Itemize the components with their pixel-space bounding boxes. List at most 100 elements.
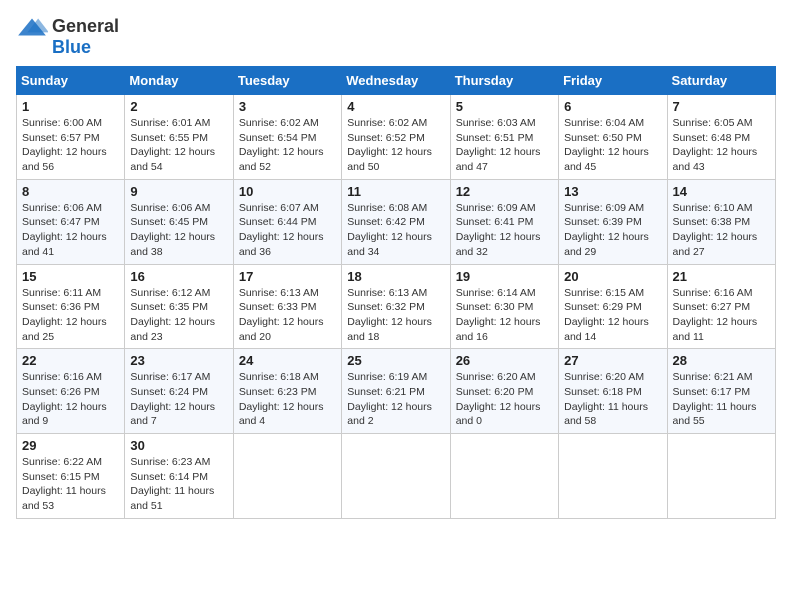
day-cell-13: 13 Sunrise: 6:09 AMSunset: 6:39 PMDaylig… <box>559 179 667 264</box>
logo-general: General <box>52 16 119 37</box>
header-sunday: Sunday <box>17 67 125 95</box>
week-row-5: 29 Sunrise: 6:22 AMSunset: 6:15 PMDaylig… <box>17 434 776 519</box>
day-info: Sunrise: 6:06 AMSunset: 6:47 PMDaylight:… <box>22 201 119 260</box>
header-monday: Monday <box>125 67 233 95</box>
empty-cell <box>667 434 775 519</box>
day-cell-24: 24 Sunrise: 6:18 AMSunset: 6:23 PMDaylig… <box>233 349 341 434</box>
day-info: Sunrise: 6:09 AMSunset: 6:39 PMDaylight:… <box>564 201 661 260</box>
day-info: Sunrise: 6:11 AMSunset: 6:36 PMDaylight:… <box>22 286 119 345</box>
empty-cell <box>450 434 558 519</box>
day-cell-4: 4 Sunrise: 6:02 AMSunset: 6:52 PMDayligh… <box>342 95 450 180</box>
day-cell-6: 6 Sunrise: 6:04 AMSunset: 6:50 PMDayligh… <box>559 95 667 180</box>
day-cell-22: 22 Sunrise: 6:16 AMSunset: 6:26 PMDaylig… <box>17 349 125 434</box>
day-cell-20: 20 Sunrise: 6:15 AMSunset: 6:29 PMDaylig… <box>559 264 667 349</box>
logo: General Blue <box>16 16 119 58</box>
day-info: Sunrise: 6:02 AMSunset: 6:52 PMDaylight:… <box>347 116 444 175</box>
day-info: Sunrise: 6:02 AMSunset: 6:54 PMDaylight:… <box>239 116 336 175</box>
day-number: 23 <box>130 353 227 368</box>
day-info: Sunrise: 6:01 AMSunset: 6:55 PMDaylight:… <box>130 116 227 175</box>
day-info: Sunrise: 6:06 AMSunset: 6:45 PMDaylight:… <box>130 201 227 260</box>
calendar-header-row: SundayMondayTuesdayWednesdayThursdayFrid… <box>17 67 776 95</box>
day-cell-15: 15 Sunrise: 6:11 AMSunset: 6:36 PMDaylig… <box>17 264 125 349</box>
day-cell-7: 7 Sunrise: 6:05 AMSunset: 6:48 PMDayligh… <box>667 95 775 180</box>
day-number: 2 <box>130 99 227 114</box>
day-number: 10 <box>239 184 336 199</box>
logo-icon <box>16 17 48 37</box>
header-tuesday: Tuesday <box>233 67 341 95</box>
day-number: 21 <box>673 269 770 284</box>
day-cell-10: 10 Sunrise: 6:07 AMSunset: 6:44 PMDaylig… <box>233 179 341 264</box>
day-info: Sunrise: 6:04 AMSunset: 6:50 PMDaylight:… <box>564 116 661 175</box>
day-info: Sunrise: 6:16 AMSunset: 6:26 PMDaylight:… <box>22 370 119 429</box>
day-number: 29 <box>22 438 119 453</box>
day-number: 11 <box>347 184 444 199</box>
day-cell-21: 21 Sunrise: 6:16 AMSunset: 6:27 PMDaylig… <box>667 264 775 349</box>
logo-blue: Blue <box>52 37 91 58</box>
day-number: 26 <box>456 353 553 368</box>
day-info: Sunrise: 6:14 AMSunset: 6:30 PMDaylight:… <box>456 286 553 345</box>
day-cell-2: 2 Sunrise: 6:01 AMSunset: 6:55 PMDayligh… <box>125 95 233 180</box>
header: General Blue <box>16 16 776 58</box>
day-info: Sunrise: 6:20 AMSunset: 6:18 PMDaylight:… <box>564 370 661 429</box>
day-cell-30: 30 Sunrise: 6:23 AMSunset: 6:14 PMDaylig… <box>125 434 233 519</box>
day-number: 28 <box>673 353 770 368</box>
day-number: 30 <box>130 438 227 453</box>
day-cell-12: 12 Sunrise: 6:09 AMSunset: 6:41 PMDaylig… <box>450 179 558 264</box>
day-number: 16 <box>130 269 227 284</box>
day-number: 5 <box>456 99 553 114</box>
day-cell-23: 23 Sunrise: 6:17 AMSunset: 6:24 PMDaylig… <box>125 349 233 434</box>
day-cell-5: 5 Sunrise: 6:03 AMSunset: 6:51 PMDayligh… <box>450 95 558 180</box>
day-number: 18 <box>347 269 444 284</box>
day-cell-3: 3 Sunrise: 6:02 AMSunset: 6:54 PMDayligh… <box>233 95 341 180</box>
week-row-3: 15 Sunrise: 6:11 AMSunset: 6:36 PMDaylig… <box>17 264 776 349</box>
day-info: Sunrise: 6:10 AMSunset: 6:38 PMDaylight:… <box>673 201 770 260</box>
day-info: Sunrise: 6:21 AMSunset: 6:17 PMDaylight:… <box>673 370 770 429</box>
day-info: Sunrise: 6:19 AMSunset: 6:21 PMDaylight:… <box>347 370 444 429</box>
day-info: Sunrise: 6:07 AMSunset: 6:44 PMDaylight:… <box>239 201 336 260</box>
day-info: Sunrise: 6:13 AMSunset: 6:32 PMDaylight:… <box>347 286 444 345</box>
day-cell-25: 25 Sunrise: 6:19 AMSunset: 6:21 PMDaylig… <box>342 349 450 434</box>
day-cell-19: 19 Sunrise: 6:14 AMSunset: 6:30 PMDaylig… <box>450 264 558 349</box>
header-friday: Friday <box>559 67 667 95</box>
day-number: 4 <box>347 99 444 114</box>
day-cell-29: 29 Sunrise: 6:22 AMSunset: 6:15 PMDaylig… <box>17 434 125 519</box>
day-cell-14: 14 Sunrise: 6:10 AMSunset: 6:38 PMDaylig… <box>667 179 775 264</box>
week-row-4: 22 Sunrise: 6:16 AMSunset: 6:26 PMDaylig… <box>17 349 776 434</box>
day-cell-28: 28 Sunrise: 6:21 AMSunset: 6:17 PMDaylig… <box>667 349 775 434</box>
day-cell-16: 16 Sunrise: 6:12 AMSunset: 6:35 PMDaylig… <box>125 264 233 349</box>
calendar: SundayMondayTuesdayWednesdayThursdayFrid… <box>16 66 776 519</box>
day-number: 20 <box>564 269 661 284</box>
day-info: Sunrise: 6:23 AMSunset: 6:14 PMDaylight:… <box>130 455 227 514</box>
empty-cell <box>559 434 667 519</box>
day-number: 9 <box>130 184 227 199</box>
day-cell-18: 18 Sunrise: 6:13 AMSunset: 6:32 PMDaylig… <box>342 264 450 349</box>
day-cell-27: 27 Sunrise: 6:20 AMSunset: 6:18 PMDaylig… <box>559 349 667 434</box>
day-cell-8: 8 Sunrise: 6:06 AMSunset: 6:47 PMDayligh… <box>17 179 125 264</box>
day-info: Sunrise: 6:15 AMSunset: 6:29 PMDaylight:… <box>564 286 661 345</box>
day-number: 3 <box>239 99 336 114</box>
day-number: 12 <box>456 184 553 199</box>
day-info: Sunrise: 6:20 AMSunset: 6:20 PMDaylight:… <box>456 370 553 429</box>
day-cell-11: 11 Sunrise: 6:08 AMSunset: 6:42 PMDaylig… <box>342 179 450 264</box>
day-info: Sunrise: 6:13 AMSunset: 6:33 PMDaylight:… <box>239 286 336 345</box>
week-row-2: 8 Sunrise: 6:06 AMSunset: 6:47 PMDayligh… <box>17 179 776 264</box>
header-thursday: Thursday <box>450 67 558 95</box>
day-number: 14 <box>673 184 770 199</box>
day-info: Sunrise: 6:08 AMSunset: 6:42 PMDaylight:… <box>347 201 444 260</box>
day-info: Sunrise: 6:09 AMSunset: 6:41 PMDaylight:… <box>456 201 553 260</box>
day-number: 19 <box>456 269 553 284</box>
day-info: Sunrise: 6:05 AMSunset: 6:48 PMDaylight:… <box>673 116 770 175</box>
day-number: 7 <box>673 99 770 114</box>
day-number: 15 <box>22 269 119 284</box>
day-number: 27 <box>564 353 661 368</box>
day-info: Sunrise: 6:03 AMSunset: 6:51 PMDaylight:… <box>456 116 553 175</box>
header-wednesday: Wednesday <box>342 67 450 95</box>
day-info: Sunrise: 6:16 AMSunset: 6:27 PMDaylight:… <box>673 286 770 345</box>
day-info: Sunrise: 6:18 AMSunset: 6:23 PMDaylight:… <box>239 370 336 429</box>
day-number: 13 <box>564 184 661 199</box>
day-cell-1: 1 Sunrise: 6:00 AMSunset: 6:57 PMDayligh… <box>17 95 125 180</box>
day-number: 24 <box>239 353 336 368</box>
day-number: 17 <box>239 269 336 284</box>
day-cell-17: 17 Sunrise: 6:13 AMSunset: 6:33 PMDaylig… <box>233 264 341 349</box>
day-number: 8 <box>22 184 119 199</box>
